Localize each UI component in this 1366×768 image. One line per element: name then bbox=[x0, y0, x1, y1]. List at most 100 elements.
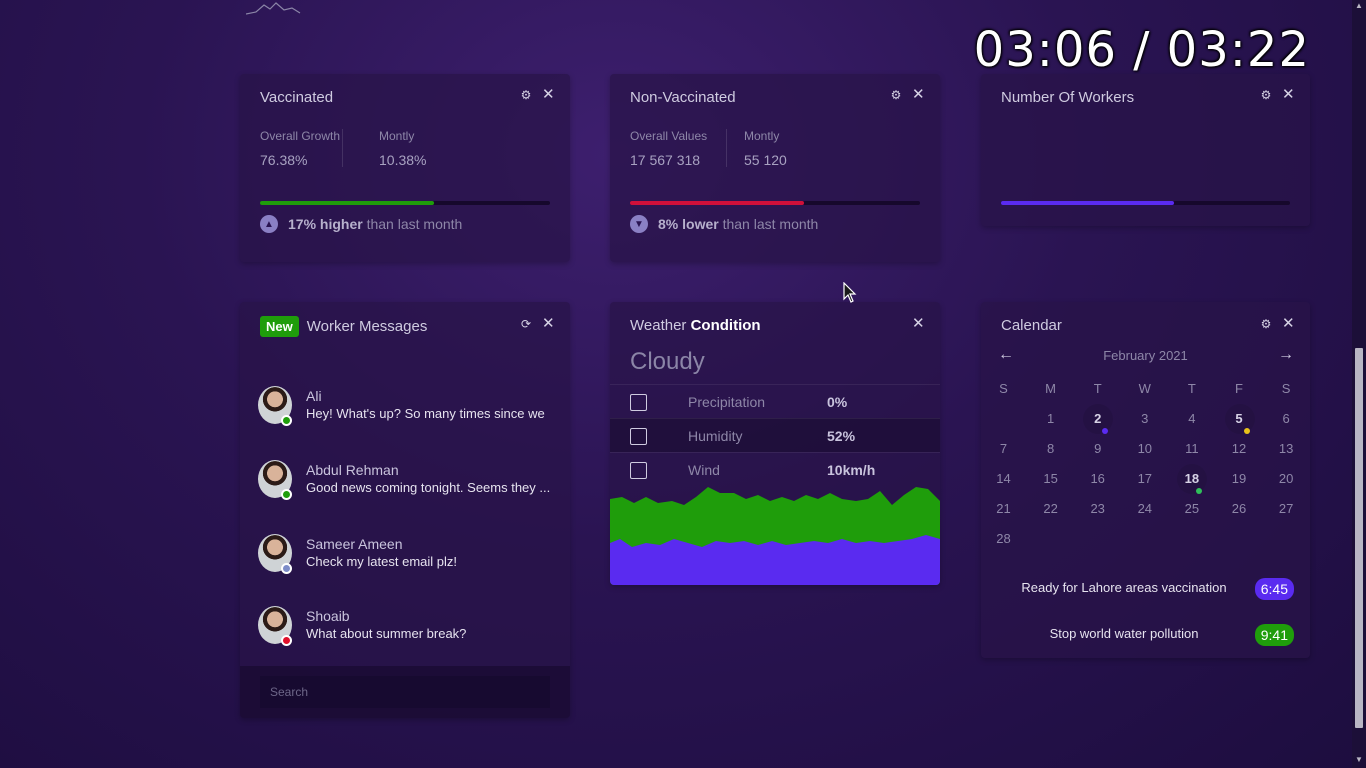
weather-value: 10km/h bbox=[827, 462, 876, 478]
calendar-card: Calendar ⚙ ✕ ← February 2021 → SMTWTFS12… bbox=[981, 302, 1310, 658]
arrow-right-icon[interactable]: → bbox=[1278, 346, 1294, 364]
calendar-tools: ⚙ ✕ bbox=[1260, 316, 1295, 331]
calendar-day[interactable]: 27 bbox=[1263, 494, 1310, 524]
stat-label: Montly bbox=[379, 129, 415, 143]
mouse-cursor-icon bbox=[843, 282, 857, 303]
calendar-day[interactable]: 3 bbox=[1121, 404, 1168, 434]
weather-tools: ✕ bbox=[912, 316, 925, 331]
calendar-day[interactable]: 2 bbox=[1074, 404, 1121, 434]
message-preview: Check my latest email plz! bbox=[306, 554, 457, 569]
calendar-day[interactable]: 5 bbox=[1216, 404, 1263, 434]
message-preview: Hey! What's up? So many times since we bbox=[306, 406, 545, 421]
checkbox[interactable] bbox=[630, 394, 647, 411]
stat-divider bbox=[342, 129, 343, 167]
stat-value: 55 120 bbox=[744, 152, 787, 168]
calendar-event[interactable]: Stop world water pollution 9:41 bbox=[981, 622, 1310, 652]
calendar-day[interactable]: 16 bbox=[1074, 464, 1121, 494]
gear-icon[interactable]: ⚙ bbox=[1260, 317, 1272, 331]
message-item[interactable]: Sameer Ameen Check my latest email plz! bbox=[240, 520, 570, 592]
non-vaccinated-card: Non-Vaccinated ⚙ ✕ Overall Values 17 567… bbox=[610, 74, 940, 262]
message-item[interactable]: Shoaib What about summer break? bbox=[240, 592, 570, 666]
trend-strong: 8% lower bbox=[658, 216, 719, 232]
gear-icon[interactable]: ⚙ bbox=[890, 88, 902, 102]
weekday-header: T bbox=[1187, 381, 1196, 396]
weekday-header: W bbox=[1138, 381, 1151, 396]
calendar-day[interactable]: 19 bbox=[1216, 464, 1263, 494]
calendar-day[interactable]: 13 bbox=[1263, 434, 1310, 464]
trend-rest: than last month bbox=[362, 216, 463, 232]
messages-card: New Worker Messages ⟳ ✕ Ali Hey! What's u… bbox=[240, 302, 570, 718]
message-item[interactable]: Abdul Rehman Good news coming tonight. S… bbox=[240, 446, 570, 520]
refresh-icon[interactable]: ⟳ bbox=[520, 317, 532, 331]
calendar-day[interactable]: 24 bbox=[1121, 494, 1168, 524]
weather-label: Precipitation bbox=[688, 394, 766, 410]
weather-row-humidity: Humidity 52% bbox=[610, 418, 940, 452]
message-list: Ali Hey! What's up? So many times since … bbox=[240, 372, 570, 666]
stat-value: 17 567 318 bbox=[630, 152, 701, 168]
calendar-day[interactable]: 26 bbox=[1216, 494, 1263, 524]
vaccinated-stat-monthly: Montly 10.38% bbox=[379, 129, 426, 168]
event-text: Stop world water pollution bbox=[1049, 626, 1199, 641]
stat-value: 10.38% bbox=[379, 152, 427, 168]
message-preview: What about summer break? bbox=[306, 626, 467, 641]
calendar-event[interactable]: Ready for Lahore areas vaccination 6:45 bbox=[981, 576, 1310, 606]
calendar-day[interactable]: 11 bbox=[1168, 434, 1215, 464]
calendar-day[interactable]: 21 bbox=[980, 494, 1027, 524]
scrollbar-thumb[interactable] bbox=[1355, 348, 1363, 728]
weather-title: Weather Condition bbox=[630, 317, 761, 334]
non-vaccinated-tools: ⚙ ✕ bbox=[890, 87, 925, 102]
close-icon[interactable]: ✕ bbox=[912, 316, 925, 331]
vaccinated-stat-growth: Overall Growth 76.38% bbox=[260, 129, 340, 168]
calendar-day[interactable]: 17 bbox=[1121, 464, 1168, 494]
calendar-day[interactable]: 8 bbox=[1027, 434, 1074, 464]
calendar-day[interactable]: 14 bbox=[980, 464, 1027, 494]
weekday-header: S bbox=[1281, 381, 1291, 396]
calendar-day[interactable]: 6 bbox=[1263, 404, 1310, 434]
status-dot-online bbox=[281, 415, 292, 426]
non-vaccinated-stat-monthly: Montly 55 120 bbox=[744, 129, 787, 168]
scroll-down-arrow-icon[interactable]: ▼ bbox=[1355, 756, 1363, 764]
close-icon[interactable]: ✕ bbox=[1282, 87, 1295, 102]
chevron-up-icon: ▲ bbox=[260, 215, 278, 233]
calendar-day[interactable]: 1 bbox=[1027, 404, 1074, 434]
weather-row-precipitation: Precipitation 0% bbox=[610, 384, 940, 418]
calendar-day[interactable]: 4 bbox=[1168, 404, 1215, 434]
close-icon[interactable]: ✕ bbox=[912, 87, 925, 102]
calendar-day[interactable]: 9 bbox=[1074, 434, 1121, 464]
status-dot-busy bbox=[281, 635, 292, 646]
calendar-day[interactable]: 20 bbox=[1263, 464, 1310, 494]
scroll-up-arrow-icon[interactable]: ▲ bbox=[1355, 2, 1363, 10]
gear-icon[interactable]: ⚙ bbox=[520, 88, 532, 102]
trend-rest: than last month bbox=[718, 216, 819, 232]
calendar-nav: ← February 2021 → bbox=[981, 346, 1310, 368]
stat-label: Overall Values bbox=[630, 129, 708, 143]
weather-title-plain: Weather bbox=[630, 317, 691, 334]
message-item[interactable]: Ali Hey! What's up? So many times since … bbox=[240, 372, 570, 446]
close-icon[interactable]: ✕ bbox=[542, 87, 555, 102]
calendar-day[interactable]: 25 bbox=[1168, 494, 1215, 524]
weather-title-bold: Condition bbox=[690, 317, 761, 334]
calendar-day[interactable]: 7 bbox=[980, 434, 1027, 464]
close-icon[interactable]: ✕ bbox=[1282, 316, 1295, 331]
checkbox[interactable] bbox=[630, 462, 647, 479]
search-input[interactable] bbox=[260, 676, 550, 708]
calendar-day[interactable]: 23 bbox=[1074, 494, 1121, 524]
weather-status: Cloudy bbox=[630, 348, 705, 375]
calendar-day[interactable]: 18 bbox=[1168, 464, 1215, 494]
vaccinated-title: Vaccinated bbox=[260, 89, 334, 106]
gear-icon[interactable]: ⚙ bbox=[1260, 88, 1272, 102]
calendar-title: Calendar bbox=[1001, 317, 1062, 334]
checkbox[interactable] bbox=[630, 428, 647, 445]
workers-card: Number Of Workers ⚙ ✕ bbox=[981, 74, 1310, 226]
calendar-day[interactable]: 22 bbox=[1027, 494, 1074, 524]
calendar-day[interactable]: 12 bbox=[1216, 434, 1263, 464]
calendar-day[interactable]: 28 bbox=[980, 524, 1027, 554]
message-sender: Abdul Rehman bbox=[306, 462, 399, 478]
close-icon[interactable]: ✕ bbox=[542, 316, 555, 331]
calendar-day[interactable]: 15 bbox=[1027, 464, 1074, 494]
status-dot-away bbox=[281, 563, 292, 574]
status-dot-online bbox=[281, 489, 292, 500]
vaccinated-card: Vaccinated ⚙ ✕ Overall Growth 76.38% Mon… bbox=[240, 74, 570, 262]
calendar-day[interactable]: 10 bbox=[1121, 434, 1168, 464]
weather-value: 0% bbox=[827, 394, 848, 410]
